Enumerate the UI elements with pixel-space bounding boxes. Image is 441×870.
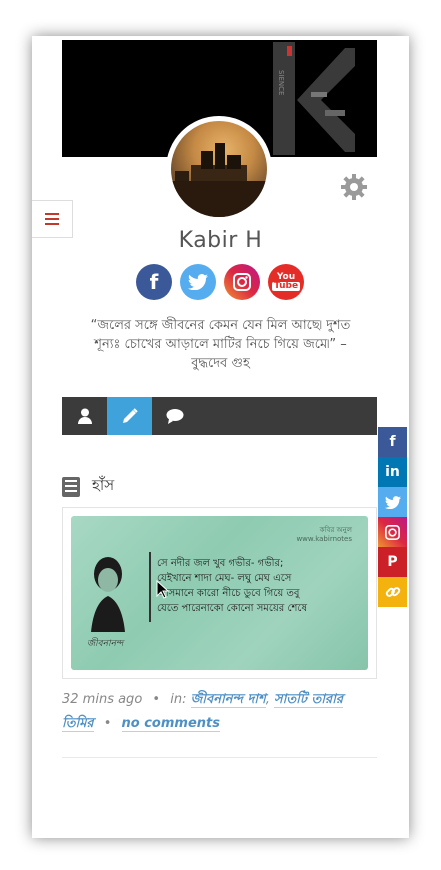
profile-tabs: [62, 397, 377, 435]
poem-divider: [149, 552, 151, 622]
post-meta: 32 mins ago • in: জীবনানন্দ দাশ, সাতটি ত…: [62, 692, 344, 732]
post-time: 32 mins ago: [62, 692, 143, 707]
post-image: সে নদীর জল খুব গভীর- গভীর; যেইখানে শাদা …: [71, 516, 368, 670]
twitter-share-icon[interactable]: [378, 487, 407, 517]
mouse-cursor-icon: [156, 580, 170, 599]
post-image-card[interactable]: সে নদীর জল খুব গভীর- গভীর; যেইখানে শাদা …: [62, 507, 377, 679]
poet-signature: জীবনানন্দ: [87, 639, 124, 649]
profile-panel: SIENCE Kabir H f You Tube “জলের সঙ্গে জী…: [32, 36, 409, 838]
instagram-share-icon[interactable]: [378, 517, 407, 547]
post-in-label: in:: [170, 692, 187, 707]
book-icon: [62, 476, 80, 497]
image-watermark: কবির অনুল www.kabirnotes: [296, 526, 352, 543]
instagram-icon[interactable]: [224, 264, 260, 300]
poet-portrait: [91, 557, 125, 632]
facebook-share-icon[interactable]: f: [378, 427, 407, 457]
gear-icon[interactable]: [340, 173, 368, 201]
category-link[interactable]: জীবনানন্দ দাশ: [190, 692, 266, 708]
pinterest-share-icon[interactable]: P: [378, 547, 407, 577]
cover-k-logo: SIENCE: [273, 42, 355, 155]
post-title-row: হাঁস: [62, 474, 114, 499]
facebook-icon[interactable]: f: [136, 264, 172, 300]
divider: [62, 757, 377, 758]
comment-icon: [166, 409, 183, 424]
post-title[interactable]: হাঁস: [92, 474, 114, 499]
avatar[interactable]: [171, 121, 267, 217]
poem-text: সে নদীর জল খুব গভীর- গভীর; যেইখানে শাদা …: [157, 558, 307, 614]
comments-link[interactable]: no comments: [121, 716, 220, 732]
user-icon: [77, 408, 92, 424]
social-links: f You Tube: [136, 264, 304, 300]
tab-comments[interactable]: [152, 397, 197, 435]
pencil-icon: [122, 408, 138, 423]
hamburger-icon: [45, 213, 59, 225]
share-bar: f in P: [378, 427, 407, 607]
tab-profile[interactable]: [62, 397, 107, 435]
avatar-frame: [166, 116, 272, 222]
youtube-icon[interactable]: You Tube: [268, 264, 304, 300]
svg-text:SIENCE: SIENCE: [277, 70, 285, 95]
copy-link-icon[interactable]: [378, 577, 407, 607]
tab-posts[interactable]: [107, 397, 152, 435]
profile-quote: “জলের সঙ্গে জীবনের কেমন যেন মিল আছে৷ দুশ…: [90, 318, 351, 371]
profile-name: Kabir H: [178, 228, 263, 253]
twitter-icon[interactable]: [180, 264, 216, 300]
linkedin-share-icon[interactable]: in: [378, 457, 407, 487]
